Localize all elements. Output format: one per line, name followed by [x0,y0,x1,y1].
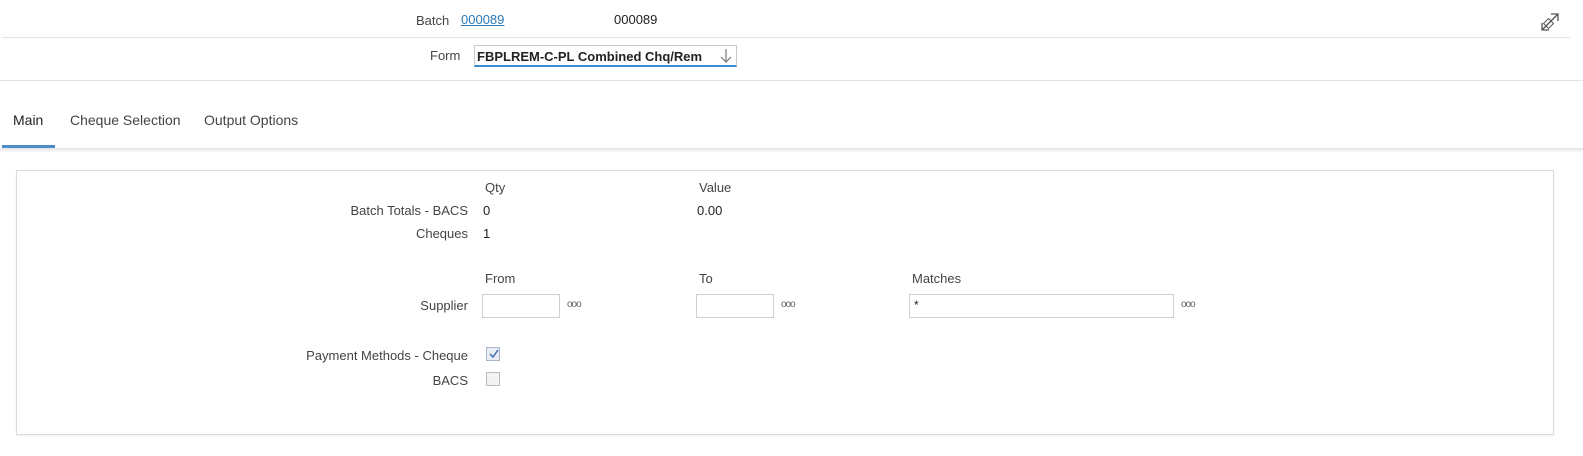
expand-arrows-icon[interactable] [1538,10,1562,34]
supplier-to-input[interactable] [696,294,774,318]
supplier-to-lookup-icon[interactable]: ooo [781,299,796,310]
supplier-matches-lookup-icon[interactable]: ooo [1181,299,1196,310]
cheques-label: Cheques [415,226,468,241]
qty-header: Qty [485,180,506,195]
supplier-from-lookup-icon[interactable]: ooo [567,299,582,310]
tab-output-options[interactable]: Output Options [204,112,298,128]
supplier-from-input[interactable] [482,294,560,318]
chevron-down-icon [720,49,732,63]
supplier-label: Supplier [420,298,468,313]
to-header: To [699,271,713,286]
tab-bar-shadow [0,148,1583,152]
supplier-matches-input[interactable]: * [909,294,1174,318]
form-label: Form [430,48,461,63]
bacs-qty: 0 [483,203,491,218]
form-select[interactable]: FBPLREM-C-PL Combined Chq/Rem [474,45,737,67]
batch-link[interactable]: 000089 [461,12,504,27]
cheques-qty: 1 [483,226,491,241]
value-header: Value [699,180,732,195]
bacs-value: 0.00 [697,203,723,218]
bacs-label: BACS [432,373,468,388]
form-select-value: FBPLREM-C-PL Combined Chq/Rem [477,49,703,64]
header-bottom-divider [0,80,1583,81]
header-section: Batch 000089 000089 Form FBPLREM-C-PL Co… [0,0,1583,82]
tab-bar: Main Cheque Selection Output Options [0,92,1583,148]
batch-totals-bacs-label: Batch Totals - BACS [350,203,468,218]
matches-header: Matches [912,271,962,286]
checkmark-icon [489,349,499,359]
batch-value: 000089 [614,12,658,27]
payment-methods-cheque-label: Payment Methods - Cheque [306,348,468,363]
from-header: From [485,271,516,286]
bacs-checkbox[interactable] [486,372,500,386]
tab-main[interactable]: Main [13,112,43,128]
cheque-checkbox[interactable] [486,347,500,361]
tab-cheque-selection[interactable]: Cheque Selection [70,112,181,128]
header-divider [2,37,1570,38]
batch-label: Batch [416,13,450,28]
